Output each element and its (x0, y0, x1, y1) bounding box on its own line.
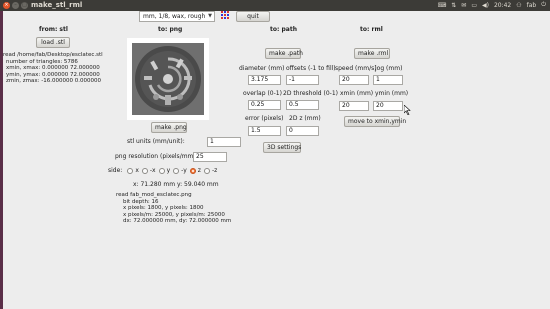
stl-header: from: stl (39, 26, 68, 33)
ymin-label: ymin (mm) (375, 90, 409, 97)
stl-info-line: number of triangles: 5786 (6, 58, 78, 65)
png-info-line: bit depth: 16 (116, 198, 159, 205)
user-icon[interactable]: ⚇ (516, 2, 521, 9)
z2d-label: 2D z (mm) (289, 115, 321, 122)
battery-icon[interactable]: ▭ (471, 2, 477, 9)
part-preview-graphic (132, 43, 204, 115)
side-label: side: (108, 167, 123, 174)
app-window: mm, 1/8, wax, rough ▼ quit from: stl loa… (3, 11, 550, 309)
png-info: read fab_mod_esclatec.png bit depth: 16 … (116, 192, 231, 225)
error-input[interactable]: 1.5 (248, 126, 281, 136)
side-option-y[interactable]: y (158, 167, 170, 174)
keyboard-layout-icon[interactable]: ⌨ (438, 2, 447, 9)
png-info-line: read fab_mod_esclatec.png (116, 192, 192, 198)
system-tray: ⌨ ⇅ ✉ ▭ ◀) 20:42 ⚇ fab ⏻ (438, 1, 546, 9)
cursor-coordinates: x: 71.280 mm y: 59.040 mm (133, 181, 219, 188)
speed-input[interactable]: 20 (339, 75, 369, 85)
rml-header: to: rml (360, 26, 383, 33)
threshold-label: 2D threshold (0-1) (283, 90, 338, 97)
png-preview-image (127, 38, 209, 120)
ymin-input[interactable]: 20 (373, 101, 403, 111)
window-title: make_stl_rml (31, 1, 83, 9)
quit-button[interactable]: quit (236, 11, 270, 22)
top-panel: × – □ make_stl_rml ⌨ ⇅ ✉ ▭ ◀) 20:42 ⚇ fa… (0, 0, 550, 11)
user-name[interactable]: fab (527, 2, 537, 9)
mail-icon[interactable]: ✉ (461, 2, 466, 9)
network-icon[interactable]: ⇅ (451, 2, 456, 9)
mode-select[interactable]: mm, 1/8, wax, rough ▼ (139, 11, 215, 22)
side-option-x[interactable]: x (127, 167, 139, 174)
png-resolution-label: png resolution (pixels/mm): (115, 153, 198, 160)
chevron-down-icon: ▼ (208, 13, 212, 19)
make-path-button[interactable]: make .path (265, 48, 303, 59)
power-icon[interactable]: ⏻ (541, 1, 546, 9)
xmin-input[interactable]: 20 (339, 101, 369, 111)
side-radio-group: side: x -x y -y z -z (108, 167, 220, 174)
side-option-minus-z[interactable]: -z (203, 167, 217, 174)
stl-info-line: read /home/fab/Desktop/esclatec.stl (3, 52, 103, 58)
speed-label: speed (mm/s) (335, 65, 377, 72)
png-info-line: dx: 72.000000 mm, dy: 72.000000 mm (116, 218, 232, 225)
jog-label: jog (mm) (375, 65, 403, 72)
png-info-line: x pixels: 1800, y pixels: 1800 (116, 205, 204, 212)
xmin-label: xmin (mm) (340, 90, 374, 97)
palette-icon[interactable] (221, 11, 230, 20)
diameter-label: diameter (mm) (239, 65, 285, 72)
load-stl-button[interactable]: load .stl (36, 37, 70, 48)
move-to-xmin-ymin-button[interactable]: move to xmin,ymin (344, 116, 406, 127)
stl-units-input[interactable]: 1 (207, 137, 241, 147)
minimize-window-button[interactable]: – (12, 2, 19, 9)
overlap-label: overlap (0-1) (243, 90, 282, 97)
side-option-z[interactable]: z (189, 167, 201, 174)
maximize-window-button[interactable]: □ (21, 2, 28, 9)
jog-input[interactable]: 1 (373, 75, 403, 85)
mode-select-value: mm, 1/8, wax, rough (143, 13, 206, 20)
png-info-line: x pixels/m: 25000, y pixels/m: 25000 (116, 211, 225, 218)
volume-icon[interactable]: ◀) (482, 2, 489, 9)
3d-settings-button[interactable]: 3D settings (263, 142, 301, 153)
stl-units-label: stl units (mm/unit): (127, 138, 185, 145)
close-window-button[interactable]: × (3, 2, 10, 9)
png-header: to: png (158, 26, 183, 33)
png-resolution-input[interactable]: 25 (193, 152, 227, 162)
error-label: error (pixels) (245, 115, 284, 122)
mouse-pointer-icon (404, 105, 411, 115)
window-controls: × – □ (3, 2, 28, 9)
threshold-input[interactable]: 0.5 (286, 100, 319, 110)
stl-info-line: zmin, zmax: -16.000000 0.000000 (6, 78, 101, 85)
stl-info-line: xmin, xmax: 0.000000 72.000000 (6, 65, 100, 72)
side-option-minus-x[interactable]: -x (141, 167, 156, 174)
stl-info: read /home/fab/Desktop/esclatec.stl numbe… (3, 52, 103, 85)
diameter-input[interactable]: 3.175 (248, 75, 281, 85)
make-png-button[interactable]: make .png (151, 122, 187, 133)
path-header: to: path (270, 26, 297, 33)
offsets-label: offsets (-1 to fill) (286, 65, 336, 72)
side-option-minus-y[interactable]: -y (173, 167, 187, 174)
clock[interactable]: 20:42 (494, 2, 511, 9)
overlap-input[interactable]: 0.25 (248, 100, 281, 110)
z2d-input[interactable]: 0 (286, 126, 319, 136)
stl-info-line: ymin, ymax: 0.000000 72.000000 (6, 71, 100, 78)
offsets-input[interactable]: -1 (286, 75, 319, 85)
make-rml-button[interactable]: make .rml (354, 48, 390, 59)
